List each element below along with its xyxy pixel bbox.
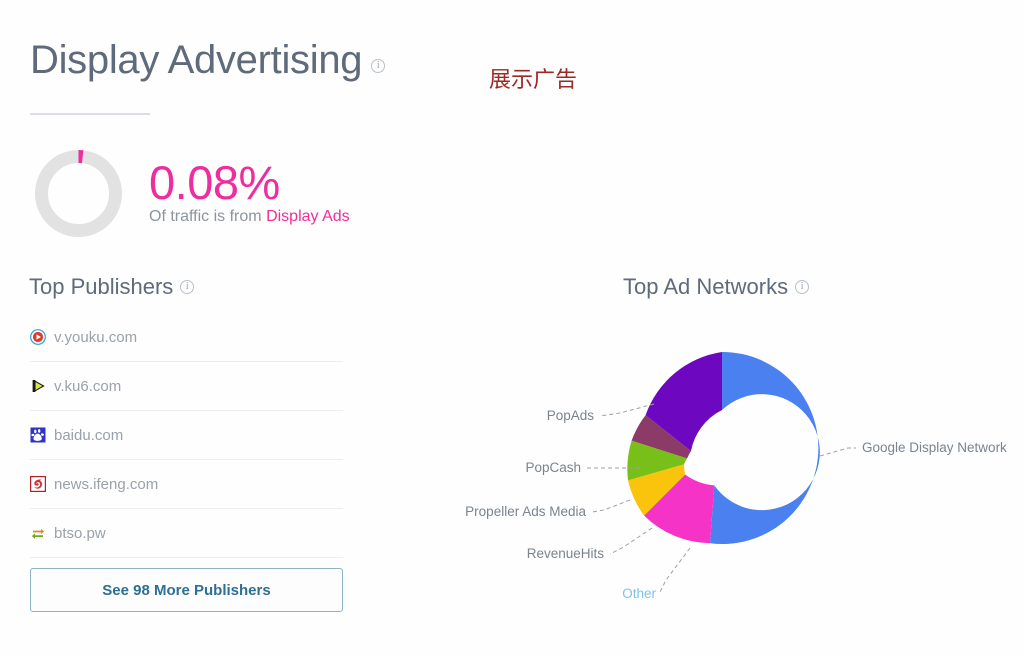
ifeng-favicon-icon [29, 475, 47, 493]
list-item[interactable]: baidu.com [30, 411, 343, 460]
publisher-name: btso.pw [54, 524, 106, 542]
title-underline [30, 113, 150, 115]
info-icon[interactable]: i [180, 279, 195, 294]
btso-favicon-icon [30, 525, 46, 541]
leader-line-google-display-network [819, 447, 856, 457]
donut-label-other: Other [622, 586, 656, 601]
donut-segments [627, 351, 820, 544]
traffic-share-block: 0.08% Of traffic is from Display Ads [30, 145, 350, 242]
page-title: Display Advertising [30, 38, 363, 82]
donut-label-google-display-network: Google Display Network [862, 440, 1007, 455]
top-publishers-heading-label: Top Publishers [29, 274, 174, 299]
traffic-share-caption-prefix: Of traffic is from [149, 208, 267, 226]
donut-label-popcash: PopCash [525, 460, 581, 475]
publisher-name: v.ku6.com [54, 377, 122, 395]
donut-label-revenuehits: RevenueHits [527, 546, 605, 561]
top-ad-networks-heading-label: Top Ad Networks [623, 274, 789, 299]
traffic-share-caption: Of traffic is from Display Ads [149, 208, 350, 226]
info-icon[interactable]: i [371, 59, 386, 73]
traffic-share-text: 0.08% Of traffic is from Display Ads [149, 155, 350, 229]
donut-label-propeller-ads-media: Propeller Ads Media [465, 504, 586, 519]
ad-networks-donut-chart: Google Display Network PopAds PopCash Pr… [444, 320, 1024, 640]
donut-callouts: Google Display Network PopAds PopCash Pr… [465, 403, 1007, 601]
publisher-name: baidu.com [54, 426, 124, 444]
page-header: Display Advertising i [30, 38, 386, 82]
list-item[interactable]: v.youku.com [30, 313, 343, 362]
donut-segment-google-display-network [710, 351, 820, 544]
leader-line-propeller-ads-media [591, 499, 631, 513]
leader-line-popads [599, 403, 655, 417]
list-item[interactable]: btso.pw [30, 509, 343, 558]
publisher-name: v.youku.com [54, 328, 138, 346]
leader-line-other [659, 547, 691, 593]
top-publishers-heading: Top Publishers i [29, 274, 195, 300]
top-ad-networks-heading: Top Ad Networks i [623, 274, 810, 300]
list-item[interactable]: news.ifeng.com [29, 460, 343, 509]
leader-line-revenuehits [609, 527, 653, 555]
display-advertising-panel: Display Advertising i 展示广告 0.08% Of traf… [0, 0, 1024, 657]
publishers-list: v.youku.com v.ku6.com baidu.com news.ife… [29, 313, 343, 558]
ku6-favicon-icon [30, 378, 46, 394]
youku-favicon-icon [30, 329, 46, 345]
translation-tag: 展示广告 [489, 68, 578, 93]
see-more-publishers-button[interactable]: See 98 More Publishers [30, 568, 343, 612]
info-icon[interactable]: i [795, 279, 810, 294]
traffic-share-donut [30, 145, 127, 242]
traffic-share-percent: 0.08% [149, 155, 280, 209]
publisher-name: news.ifeng.com [54, 475, 159, 493]
baidu-favicon-icon [30, 427, 46, 443]
list-item[interactable]: v.ku6.com [30, 362, 343, 411]
traffic-share-caption-accent: Display Ads [266, 208, 350, 226]
donut-label-popads: PopAds [547, 408, 595, 423]
